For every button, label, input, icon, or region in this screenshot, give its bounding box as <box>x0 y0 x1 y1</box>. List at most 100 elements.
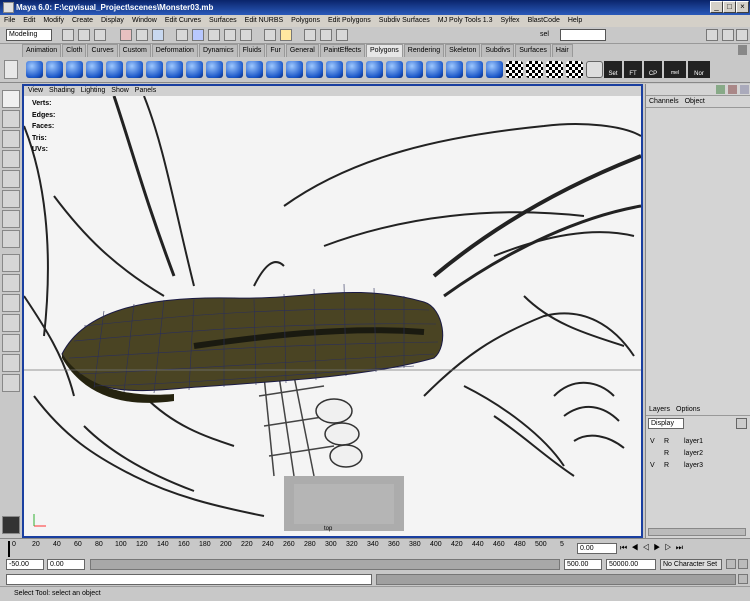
four-view-layout-icon[interactable] <box>2 274 20 292</box>
layer-name[interactable]: layer3 <box>684 460 703 471</box>
shelf-tab-fluids[interactable]: Fluids <box>238 44 266 57</box>
snap-grid-icon[interactable] <box>192 29 204 41</box>
go-to-start-icon[interactable]: ⏮ <box>620 543 631 552</box>
shelf-tab-rendering[interactable]: Rendering <box>403 44 445 57</box>
layer-visibility[interactable]: V <box>650 460 655 471</box>
shelf-tab-cloth[interactable]: Cloth <box>62 44 87 57</box>
extrude-face-icon[interactable] <box>266 61 283 78</box>
hypershade-layout-icon[interactable] <box>2 334 20 352</box>
shelf-tab-animation[interactable]: Animation <box>22 44 62 57</box>
reverse-normals-icon[interactable] <box>486 61 503 78</box>
menu-help[interactable]: Help <box>564 15 586 27</box>
step-forward-icon[interactable]: ▷ <box>665 543 676 552</box>
menu-create[interactable]: Create <box>68 15 97 27</box>
ipr-render-icon[interactable] <box>320 29 332 41</box>
shelf-tab-dynamics[interactable]: Dynamics <box>198 44 238 57</box>
boolean-icon[interactable] <box>226 61 243 78</box>
mode-select[interactable]: Modeling <box>6 29 52 41</box>
rotate-tool-icon[interactable] <box>2 170 20 188</box>
panel-menu-panels[interactable]: Panels <box>135 86 156 96</box>
paint-select-icon[interactable] <box>2 130 20 148</box>
help-icon[interactable] <box>280 29 292 41</box>
auto-key-icon[interactable] <box>726 559 736 569</box>
close-button[interactable]: × <box>736 1 749 13</box>
poly-pipe-icon[interactable] <box>146 61 163 78</box>
uv-layout-icon[interactable] <box>546 61 563 78</box>
delete-edge-icon[interactable] <box>446 61 463 78</box>
extrude-edge-icon[interactable] <box>286 61 303 78</box>
smooth-icon[interactable] <box>246 61 263 78</box>
poly-torus-icon[interactable] <box>126 61 143 78</box>
menu-surfaces[interactable]: Surfaces <box>205 15 241 27</box>
scale-tool-icon[interactable] <box>2 190 20 208</box>
shelf-menu-icon[interactable] <box>4 60 18 79</box>
uv-checker-icon[interactable] <box>526 61 543 78</box>
new-layer-icon[interactable] <box>736 418 747 429</box>
shelf-tab-general[interactable]: General <box>285 44 319 57</box>
options-menu[interactable]: Options <box>676 404 700 415</box>
shelf-tab-hair[interactable]: Hair <box>551 44 573 57</box>
both-editors-icon[interactable] <box>740 85 749 94</box>
mel-button[interactable]: mel button <box>664 61 686 100</box>
last-tool-icon[interactable] <box>2 230 20 248</box>
poly-plane-icon[interactable] <box>106 61 123 78</box>
shelf-tab-surfaces[interactable]: Surfaces <box>515 44 551 57</box>
history-icon[interactable] <box>264 29 276 41</box>
layer-reference[interactable]: R <box>664 436 669 447</box>
channel-box-icon[interactable] <box>716 85 725 94</box>
manipulator-icon[interactable] <box>2 210 20 228</box>
nor-button[interactable]: Nor <box>688 61 710 78</box>
panel-menu-show[interactable]: Show <box>111 86 129 96</box>
layer-editor-icon[interactable] <box>728 85 737 94</box>
viewport-panel[interactable]: View Shading Lighting Show Panels Verts:… <box>22 84 643 538</box>
playback-start-field[interactable]: 0.00 <box>47 559 85 570</box>
layer-reference[interactable]: R <box>664 448 669 459</box>
menu-mj-poly-tools[interactable]: MJ Poly Tools 1.3 <box>434 15 497 27</box>
shelf-tab-custom[interactable]: Custom <box>118 44 151 57</box>
layer-scrollbar[interactable] <box>648 528 746 536</box>
layer-row[interactable]: R layer2 <box>648 448 746 459</box>
playback-end-field[interactable]: 500.00 <box>564 559 602 570</box>
snap-point-icon[interactable] <box>224 29 236 41</box>
select-icon[interactable] <box>586 61 603 78</box>
checker-icon[interactable] <box>506 61 523 78</box>
layer-row[interactable]: V R layer1 <box>648 436 746 447</box>
menu-window[interactable]: Window <box>128 15 161 27</box>
poly-cone-icon[interactable] <box>86 61 103 78</box>
shelf-tab-skeleton[interactable]: Skeleton <box>445 44 481 57</box>
move-tool-icon[interactable] <box>2 150 20 168</box>
layer-name[interactable]: layer1 <box>684 436 703 447</box>
select-tool-icon[interactable] <box>2 90 20 108</box>
menu-polygons[interactable]: Polygons <box>287 15 324 27</box>
bevel-icon[interactable] <box>386 61 403 78</box>
animation-start-field[interactable]: -50.00 <box>6 559 44 570</box>
layer-name[interactable]: layer2 <box>684 448 703 459</box>
separate-icon[interactable] <box>186 61 203 78</box>
trash-icon[interactable] <box>738 45 747 55</box>
split-polygon-icon[interactable] <box>346 61 363 78</box>
menu-modify[interactable]: Modify <box>39 15 68 27</box>
layers-menu[interactable]: Layers <box>649 404 670 415</box>
ft-button[interactable]: FT <box>624 61 642 78</box>
current-time-marker[interactable] <box>8 541 10 557</box>
collapse-icon[interactable] <box>426 61 443 78</box>
range-slider-bar[interactable] <box>90 559 560 570</box>
menu-edit-nurbs[interactable]: Edit NURBS <box>241 15 288 27</box>
poly-sphere-icon[interactable] <box>26 61 43 78</box>
menu-display[interactable]: Display <box>97 15 128 27</box>
layer-visibility[interactable]: V <box>650 436 655 447</box>
set-button[interactable]: Set <box>604 61 622 78</box>
command-input[interactable] <box>6 574 372 585</box>
mask-icon[interactable] <box>176 29 188 41</box>
persp-graph-layout-icon[interactable] <box>2 314 20 332</box>
layer-row[interactable]: V R layer3 <box>648 460 746 471</box>
select-object-icon[interactable] <box>136 29 148 41</box>
single-view-layout-icon[interactable] <box>2 254 20 272</box>
panel-menu-shading[interactable]: Shading <box>49 86 75 96</box>
time-slider[interactable]: 0 20 40 60 80 100 120 140 160 180 200 22… <box>0 538 750 558</box>
select-component-icon[interactable] <box>152 29 164 41</box>
attribute-editor-icon[interactable] <box>706 29 718 41</box>
poly-cube-icon[interactable] <box>46 61 63 78</box>
persp-outliner-layout-icon[interactable] <box>2 294 20 312</box>
select-hierarchy-icon[interactable] <box>120 29 132 41</box>
